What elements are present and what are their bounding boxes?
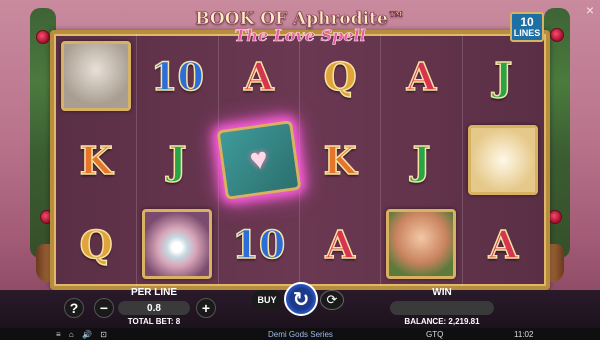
symbol-dove-icon: [468, 125, 539, 195]
symbol-q: Q: [323, 53, 358, 100]
spin-button[interactable]: ↻: [284, 282, 318, 316]
reel-cell: [56, 34, 136, 118]
reel-grid: K Q 10 J A ♥ 10 Q K A A J J A: [56, 34, 544, 286]
decrease-bet-button[interactable]: −: [94, 298, 114, 318]
symbol-10: 10: [232, 221, 286, 268]
reel-cell: J: [137, 118, 217, 202]
reel-cell: [137, 202, 217, 286]
reel-cell: K: [300, 118, 380, 202]
rose-decoration: [548, 210, 562, 224]
symbol-statue-icon: [61, 41, 132, 111]
buy-feature-button[interactable]: BUY: [252, 290, 282, 310]
reel-cell: A: [219, 34, 299, 118]
symbol-j: J: [168, 137, 187, 184]
symbol-k: K: [79, 137, 114, 184]
symbol-pearl-icon: [142, 209, 213, 279]
reel-cell: Q: [300, 34, 380, 118]
total-bet-label: TOTAL BET: 8: [127, 317, 181, 326]
balance-label: BALANCE: 2,219.81: [404, 317, 480, 326]
symbol-j: J: [494, 53, 513, 100]
reel-cell: [381, 202, 461, 286]
reel-cell: ♥: [216, 118, 302, 202]
reel-cell: J: [463, 34, 544, 118]
symbol-q: Q: [79, 221, 114, 268]
reel-cell: 10: [219, 202, 299, 286]
symbol-a: A: [488, 221, 519, 268]
reel-2: 10 J: [137, 34, 219, 286]
symbol-a: A: [406, 53, 437, 100]
symbol-j: J: [412, 137, 431, 184]
clock: 11:02: [514, 329, 534, 339]
currency-code: GTQ: [426, 329, 444, 339]
per-line-value: 0.8: [118, 301, 190, 315]
reel-1: KQ: [56, 34, 138, 286]
lines-label: LINES: [513, 28, 541, 38]
per-line-label: PER LINE: [130, 287, 178, 298]
symbol-book-scatter-icon: ♥: [216, 120, 302, 200]
lines-count: 10: [520, 15, 534, 29]
lines-badge[interactable]: 10 LINES: [510, 12, 544, 42]
win-label: WIN: [432, 287, 452, 298]
reel-cell: A: [300, 202, 380, 286]
reel-6: JA: [463, 34, 544, 286]
reel-cell: 10: [137, 34, 217, 118]
reel-cell: [463, 118, 544, 202]
reel-4: QKA: [300, 34, 382, 286]
win-value: [390, 301, 494, 315]
reel-5: AJ: [381, 34, 463, 286]
reel-cell: J: [381, 118, 461, 202]
reel-cell: A: [463, 202, 544, 286]
autoplay-button[interactable]: ⟳: [320, 290, 344, 310]
menu-sound-icons[interactable]: ≡ ⌂ 🔊 ⊡: [56, 330, 110, 339]
series-brand: Demi Gods Series: [268, 329, 333, 339]
symbol-a: A: [243, 53, 274, 100]
reel-3: A ♥ 10: [216, 34, 302, 286]
status-bar: ≡ ⌂ 🔊 ⊡ Demi Gods Series GTQ 11:02: [0, 328, 600, 340]
reel-cell: K: [56, 118, 136, 202]
symbol-a: A: [325, 221, 356, 268]
help-button[interactable]: ?: [64, 298, 84, 318]
symbol-k: K: [323, 137, 358, 184]
increase-bet-button[interactable]: +: [196, 298, 216, 318]
symbol-goddess-icon: [386, 209, 457, 279]
symbol-10: 10: [150, 53, 204, 100]
reel-cell: A: [381, 34, 461, 118]
heart-icon: ♥: [247, 141, 270, 178]
reel-cell: Q: [56, 202, 136, 286]
